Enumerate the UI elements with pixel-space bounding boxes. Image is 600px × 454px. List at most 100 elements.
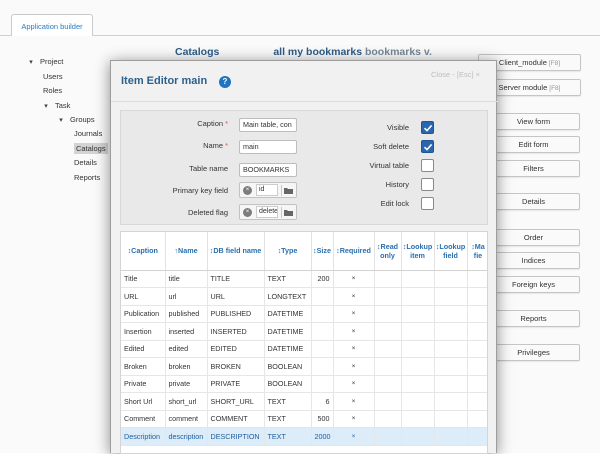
cell-required: ×	[333, 375, 375, 393]
column-header[interactable]: ↕Lookup item	[401, 232, 435, 271]
cell-empty	[434, 287, 468, 306]
help-icon[interactable]: ?	[219, 76, 231, 88]
cell-empty	[401, 322, 435, 341]
column-header[interactable]: ↕Read only	[374, 232, 402, 271]
cell-empty	[401, 270, 435, 288]
cell-empty	[434, 427, 468, 446]
cell-empty	[374, 427, 402, 446]
visible-checkbox[interactable]	[421, 121, 434, 134]
cell-caption: URL	[121, 287, 166, 306]
edit-lock-label: Edit lock	[380, 199, 409, 208]
cell-name: edited	[165, 340, 208, 358]
virtual-table-checkbox[interactable]	[421, 159, 434, 172]
cell-empty	[434, 270, 468, 288]
cell-caption: Comment	[121, 410, 166, 428]
caption-label: Caption *	[197, 119, 228, 128]
cell-empty	[467, 357, 487, 376]
cell-type: DATETIME	[264, 322, 312, 341]
cell-empty	[374, 375, 402, 393]
column-header[interactable]: ↕Caption	[121, 232, 166, 271]
cell-caption: Insertion	[121, 322, 166, 341]
cell-size	[311, 375, 334, 393]
cell-empty	[467, 392, 487, 411]
cell-db: PRIVATE	[207, 375, 265, 393]
tab-application-builder[interactable]: Application builder	[11, 14, 93, 36]
soft-delete-checkbox[interactable]	[421, 140, 434, 153]
cell-empty	[401, 357, 435, 376]
cell-empty	[434, 392, 468, 411]
deleted-flag-lookup[interactable]: × delete	[239, 204, 297, 220]
cell-empty	[374, 392, 402, 411]
cell-required: ×	[333, 427, 375, 446]
cell-required: ×	[333, 410, 375, 428]
cell-empty	[401, 375, 435, 393]
cell-db: BROKEN	[207, 357, 265, 376]
cell-size: 200	[311, 270, 334, 288]
table-row[interactable]: Edited edited EDITED DATETIME ×	[121, 340, 487, 358]
close-button[interactable]: Close - [Esc] ×	[431, 70, 480, 79]
cell-size	[311, 287, 334, 306]
cell-required: ×	[333, 322, 375, 341]
cell-caption: Edited	[121, 340, 166, 358]
cell-caption: Description	[121, 427, 166, 446]
cell-empty	[401, 305, 435, 323]
folder-icon[interactable]	[281, 185, 294, 196]
visible-label: Visible	[387, 123, 409, 132]
table-row[interactable]: Comment comment COMMENT TEXT 500 ×	[121, 410, 487, 428]
column-header[interactable]: ↕Required	[333, 232, 375, 271]
name-field[interactable]: main	[239, 140, 297, 154]
column-header[interactable]: ↑Name	[165, 232, 208, 271]
edit-lock-checkbox[interactable]	[421, 197, 434, 210]
cell-empty	[401, 392, 435, 411]
table-row[interactable]: Description description DESCRIPTION TEXT 200…	[121, 427, 487, 446]
cell-name: title	[165, 270, 208, 288]
table-row[interactable]: Title title TITLE TEXT 200 ×	[121, 270, 487, 288]
deleted-flag-label: Deleted flag	[187, 208, 228, 217]
cell-type: DATETIME	[264, 305, 312, 323]
column-header[interactable]: ↕DB field name	[207, 232, 265, 271]
column-header[interactable]: ↕Ma fie	[467, 232, 487, 271]
cell-size: 500	[311, 410, 334, 428]
table-name-field[interactable]: BOOKMARKS	[239, 163, 297, 177]
table-row[interactable]: Publication published PUBLISHED DATETIME ×	[121, 305, 487, 323]
cell-empty	[401, 287, 435, 306]
cell-empty	[467, 340, 487, 358]
table-row[interactable]: Broken broken BROKEN BOOLEAN ×	[121, 357, 487, 376]
cell-empty	[434, 340, 468, 358]
cell-name: comment	[165, 410, 208, 428]
column-header[interactable]: ↕Lookup field	[434, 232, 468, 271]
cell-empty	[374, 357, 402, 376]
table-name-label: Table name	[189, 164, 228, 173]
cell-empty	[374, 340, 402, 358]
cell-type: LONGTEXT	[264, 287, 312, 306]
clear-icon[interactable]: ×	[243, 186, 252, 195]
cell-required: ×	[333, 305, 375, 323]
table-row[interactable]: Insertion inserted INSERTED DATETIME ×	[121, 322, 487, 341]
history-checkbox[interactable]	[421, 178, 434, 191]
clear-icon[interactable]: ×	[243, 208, 252, 217]
cell-empty	[374, 287, 402, 306]
caption-field[interactable]: Main table, con	[239, 118, 297, 132]
cell-required: ×	[333, 270, 375, 288]
column-header[interactable]: ↕Size	[311, 232, 334, 271]
virtual-table-label: Virtual table	[369, 161, 409, 170]
cell-empty	[467, 322, 487, 341]
cell-db: URL	[207, 287, 265, 306]
folder-icon[interactable]	[281, 207, 294, 218]
cell-empty	[467, 410, 487, 428]
cell-caption: Private	[121, 375, 166, 393]
primary-key-label: Primary key field	[172, 186, 228, 195]
cell-required: ×	[333, 287, 375, 306]
cell-type: TEXT	[264, 392, 312, 411]
cell-name: inserted	[165, 322, 208, 341]
cell-empty	[374, 410, 402, 428]
cell-required: ×	[333, 357, 375, 376]
column-header[interactable]: ↕Type	[264, 232, 312, 271]
table-row[interactable]: URL url URL LONGTEXT ×	[121, 287, 487, 306]
table-header-row: ↕Caption ↑Name ↕DB field name ↕Type ↕Size ↕Re…	[121, 232, 487, 271]
table-row[interactable]: Private private PRIVATE BOOLEAN ×	[121, 375, 487, 393]
cell-empty	[374, 305, 402, 323]
primary-key-lookup[interactable]: × id	[239, 182, 297, 198]
table-row[interactable]: Short Url short_url SHORT_URL TEXT 6 ×	[121, 392, 487, 411]
cell-empty	[374, 322, 402, 341]
